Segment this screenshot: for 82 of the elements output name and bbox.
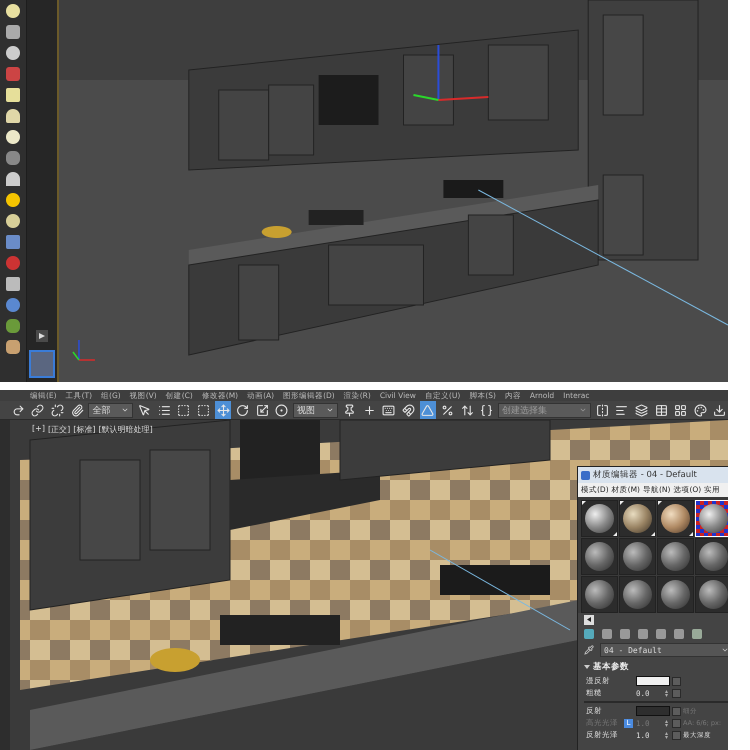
- table-icon: [654, 404, 668, 416]
- app-icon: [581, 470, 590, 480]
- sphere-icon[interactable]: [6, 130, 20, 144]
- hemisphere-icon[interactable]: [6, 109, 20, 123]
- color-swatch[interactable]: [636, 676, 670, 686]
- grid-icon: [674, 404, 688, 416]
- material-slot[interactable]: [619, 576, 656, 613]
- sample-sphere: [699, 580, 728, 609]
- material-slot[interactable]: [581, 576, 618, 613]
- viewport-label[interactable]: [默认明暗处理]: [98, 424, 153, 435]
- spinner-arrows-icon: [665, 720, 668, 726]
- dropdown[interactable]: 全部: [88, 402, 134, 418]
- viewport-label[interactable]: [标准]: [73, 424, 96, 435]
- caret-icon: [578, 406, 587, 414]
- axis-tripod-icon: [72, 340, 95, 361]
- window-title: 材质编辑器 - 04 - Default: [593, 469, 697, 481]
- target-icon: [275, 404, 288, 416]
- material-slot[interactable]: [619, 500, 656, 537]
- sample-sphere: [623, 504, 652, 533]
- viewport-thumbnail-button[interactable]: [29, 350, 55, 378]
- mirror-icon: [596, 404, 609, 416]
- render-icon: [713, 404, 726, 416]
- material-slot[interactable]: [619, 538, 656, 575]
- list-icon: [158, 404, 171, 416]
- material-slot[interactable]: [581, 500, 618, 537]
- braces-icon: [480, 404, 494, 416]
- caret-icon: [121, 406, 130, 414]
- up-down-icon: [460, 404, 474, 416]
- material-slot[interactable]: [581, 538, 618, 575]
- scroll-button[interactable]: [584, 615, 594, 625]
- sample-sphere: [623, 542, 652, 571]
- material-slot[interactable]: [695, 576, 728, 613]
- section-header[interactable]: 基本参数: [578, 659, 728, 675]
- plus-icon: [362, 404, 376, 416]
- sample-sphere: [623, 580, 652, 609]
- eyedropper-icon[interactable]: [584, 645, 594, 655]
- unlink-icon: [51, 404, 64, 416]
- layers-icon: [634, 404, 648, 416]
- sample-sphere: [585, 504, 614, 533]
- sample-sphere: [661, 542, 690, 571]
- paperclip-icon: [70, 404, 84, 416]
- caret-icon: [721, 646, 728, 654]
- angle-icon: [421, 404, 434, 416]
- pointer-icon: [138, 404, 152, 416]
- dropdown[interactable]: 视图: [293, 402, 338, 418]
- toolbar-button[interactable]: [420, 401, 436, 419]
- play-icon: [39, 333, 45, 339]
- dashed-square-icon: [177, 404, 190, 416]
- viewport-label[interactable]: [+]: [32, 424, 45, 435]
- caret-icon: [584, 664, 590, 670]
- sample-sphere: [699, 504, 728, 533]
- toolbar-button[interactable]: [214, 401, 232, 419]
- rotate-icon: [236, 404, 250, 416]
- scale-icon: [256, 404, 269, 416]
- transform-gizmo-icon: [413, 45, 488, 101]
- align-icon: [615, 404, 628, 416]
- material-slot[interactable]: [657, 538, 694, 575]
- viewport-label[interactable]: [正交]: [48, 424, 70, 435]
- sample-sphere: [585, 542, 614, 571]
- left-arrow-icon: [587, 616, 591, 622]
- dashed-square-icon: [196, 404, 210, 416]
- material-name-field[interactable]: 04 - Default: [600, 643, 728, 657]
- expand-button[interactable]: [36, 330, 48, 342]
- sample-sphere: [661, 504, 690, 533]
- material-slot[interactable]: [657, 500, 694, 537]
- sample-sphere: [699, 542, 728, 571]
- sample-sphere: [585, 580, 614, 609]
- material-slot[interactable]: [657, 576, 694, 613]
- magnet-icon: [402, 404, 415, 416]
- material-slot[interactable]: [695, 538, 728, 575]
- sample-sphere: [661, 580, 690, 609]
- link-icon: [31, 404, 44, 416]
- percent-icon: [440, 404, 454, 416]
- palette-icon: [694, 404, 707, 416]
- redo-icon: [12, 404, 25, 416]
- spinner-arrows-icon: [665, 732, 668, 738]
- move-icon: [216, 404, 230, 416]
- color-swatch[interactable]: [636, 706, 670, 716]
- spinner-arrows-icon: [665, 690, 668, 696]
- keyboard-icon: [382, 404, 396, 416]
- caret-icon: [326, 406, 334, 414]
- pin-icon: [342, 404, 356, 416]
